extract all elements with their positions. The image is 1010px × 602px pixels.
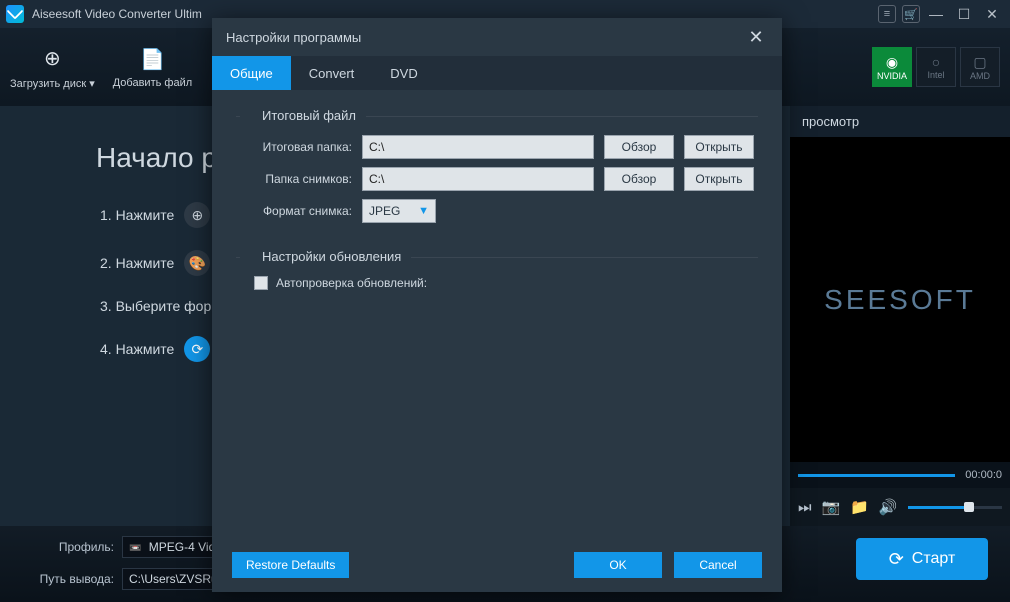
tab-convert[interactable]: Convert (291, 56, 373, 90)
close-icon[interactable]: ✕ (744, 25, 768, 49)
dialog-footer: Restore Defaults OK Cancel (212, 538, 782, 592)
snapshot-folder-label: Папка снимков: (236, 172, 352, 186)
chevron-down-icon: ▼ (418, 205, 429, 217)
row-auto-update: Автопроверка обновлений: (254, 276, 758, 290)
open-output-button[interactable]: Открыть (684, 135, 754, 159)
auto-update-label: Автопроверка обновлений: (276, 276, 427, 290)
snapshot-format-label: Формат снимка: (236, 204, 352, 218)
tab-general[interactable]: Общие (212, 56, 291, 90)
cancel-button[interactable]: Cancel (674, 552, 762, 578)
snapshot-format-select[interactable]: JPEG ▼ (362, 199, 436, 223)
snapshot-folder-input[interactable] (362, 167, 594, 191)
row-snapshot-folder: Папка снимков: Обзор Открыть (236, 167, 758, 191)
ok-button[interactable]: OK (574, 552, 662, 578)
browse-output-button[interactable]: Обзор (604, 135, 674, 159)
row-snapshot-format: Формат снимка: JPEG ▼ (236, 199, 758, 223)
dialog-title: Настройки программы (226, 30, 361, 45)
auto-update-checkbox[interactable] (254, 276, 268, 290)
row-output-folder: Итоговая папка: Обзор Открыть (236, 135, 758, 159)
dialog-tabs: Общие Convert DVD (212, 56, 782, 90)
section-update: Настройки обновления (236, 249, 758, 264)
dialog-titlebar: Настройки программы ✕ (212, 18, 782, 56)
output-folder-input[interactable] (362, 135, 594, 159)
dialog-backdrop: Настройки программы ✕ Общие Convert DVD … (0, 0, 1010, 602)
settings-dialog: Настройки программы ✕ Общие Convert DVD … (212, 18, 782, 592)
restore-defaults-button[interactable]: Restore Defaults (232, 552, 349, 578)
tab-dvd[interactable]: DVD (372, 56, 435, 90)
browse-snapshot-button[interactable]: Обзор (604, 167, 674, 191)
output-folder-label: Итоговая папка: (236, 140, 352, 154)
section-output-file: Итоговый файл (236, 108, 758, 123)
open-snapshot-button[interactable]: Открыть (684, 167, 754, 191)
dialog-body: Итоговый файл Итоговая папка: Обзор Откр… (212, 90, 782, 538)
